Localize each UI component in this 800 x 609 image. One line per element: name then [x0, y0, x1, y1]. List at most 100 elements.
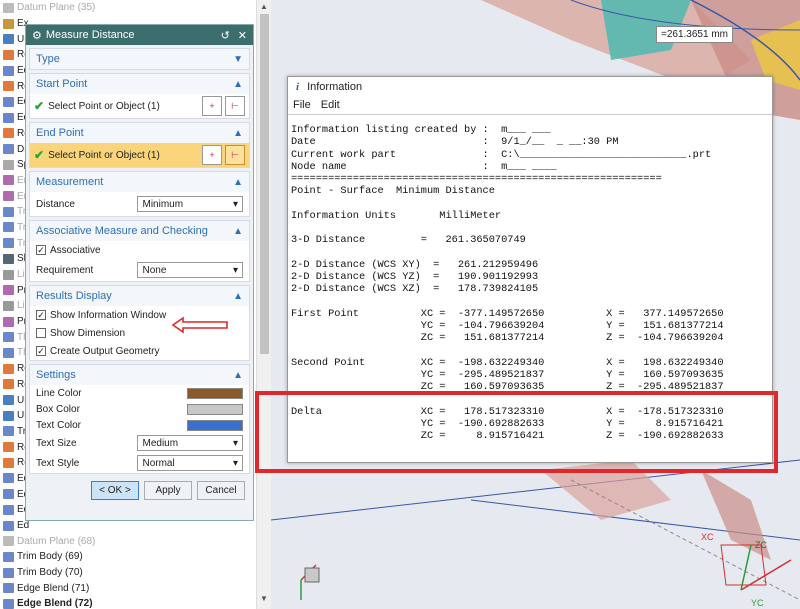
requirement-label: Requirement [36, 264, 94, 276]
tree-item[interactable]: Trim Body (69) [0, 549, 256, 565]
feature-icon [3, 426, 14, 437]
chevron-up-icon[interactable]: ▲ [233, 79, 243, 90]
box-color-row: Box Color [30, 401, 249, 417]
chevron-down-icon: ▾ [232, 457, 238, 469]
feature-icon [3, 520, 14, 531]
dialog-titlebar[interactable]: ⚙ Measure Distance ↺ ✕ [26, 25, 253, 45]
menu-file[interactable]: File [293, 99, 311, 111]
feature-icon [3, 567, 14, 578]
point-method-icon[interactable]: ⊢ [225, 96, 245, 116]
cancel-button[interactable]: Cancel [197, 481, 245, 500]
associative-header[interactable]: Associative Measure and Checking ▲ [30, 221, 249, 241]
box-color-swatch[interactable] [187, 403, 243, 415]
ok-button[interactable]: < OK > [91, 481, 139, 500]
delta-highlight-box [255, 391, 778, 473]
feature-icon [3, 504, 14, 515]
feature-icon [3, 300, 14, 311]
show-dimension-checkbox[interactable] [36, 328, 46, 338]
tree-item[interactable]: Datum Plane (35) [0, 0, 256, 16]
feature-icon [3, 175, 14, 186]
chevron-down-icon[interactable]: ▼ [233, 54, 243, 65]
feature-icon [3, 583, 14, 594]
chevron-up-icon[interactable]: ▲ [233, 226, 243, 237]
settings-header[interactable]: Settings ▲ [30, 365, 249, 385]
show-dimension-label: Show Dimension [50, 327, 126, 339]
feature-icon [3, 191, 14, 202]
axis-label-zc: ZC [755, 540, 767, 550]
show-info-checkbox[interactable]: ✓ [36, 310, 46, 320]
feature-icon [3, 128, 14, 139]
dialog-button-bar: < OK > Apply Cancel [26, 474, 253, 500]
tree-item-label: Edge Blend (71) [17, 582, 90, 594]
settings-label: Settings [36, 369, 76, 381]
feature-icon [3, 96, 14, 107]
create-geometry-row[interactable]: ✓ Create Output Geometry [30, 342, 249, 360]
text-size-value: Medium [142, 437, 179, 449]
scrollbar-thumb[interactable] [260, 14, 269, 354]
distance-row: Distance Minimum ▾ [30, 192, 249, 216]
start-select-row[interactable]: ✔ Select Point or Object (1) + ⊢ [30, 94, 249, 118]
text-color-swatch[interactable] [187, 419, 243, 431]
end-point-label: End Point [36, 127, 84, 139]
start-point-section: Start Point ▲ ✔ Select Point or Object (… [29, 73, 250, 119]
menu-edit[interactable]: Edit [321, 99, 340, 111]
feature-icon [3, 363, 14, 374]
results-display-header[interactable]: Results Display ▲ [30, 286, 249, 306]
chevron-down-icon: ▾ [232, 198, 238, 210]
distance-badge: =261.3651 mm [656, 26, 733, 43]
text-color-label: Text Color [36, 419, 82, 431]
box-color-label: Box Color [36, 403, 80, 415]
feature-icon [3, 551, 14, 562]
info-titlebar[interactable]: i Information [288, 77, 772, 96]
feature-icon [3, 81, 14, 92]
associative-row[interactable]: ✓ Associative [30, 241, 249, 259]
chevron-up-icon[interactable]: ▲ [233, 128, 243, 139]
navigator-scrollbar[interactable]: ▲ ▼ [256, 0, 271, 609]
feature-icon [3, 159, 14, 170]
measurement-header[interactable]: Measurement ▲ [30, 172, 249, 192]
type-header[interactable]: Type ▼ [30, 49, 249, 69]
feature-icon [3, 598, 14, 609]
associative-checkbox[interactable]: ✓ [36, 245, 46, 255]
point-method-icon[interactable]: ⊢ [225, 145, 245, 165]
line-color-swatch[interactable] [187, 387, 243, 399]
scroll-down-icon[interactable]: ▼ [260, 594, 268, 603]
create-geometry-checkbox[interactable]: ✓ [36, 346, 46, 356]
point-dialog-icon[interactable]: + [202, 96, 222, 116]
measure-distance-dialog: ⚙ Measure Distance ↺ ✕ Type ▼ Start Poin… [25, 24, 254, 521]
feature-icon [3, 112, 14, 123]
feature-icon [3, 65, 14, 76]
associative-section-label: Associative Measure and Checking [36, 225, 208, 237]
tree-item-label: Edge Blend (72) [17, 598, 93, 609]
distance-select[interactable]: Minimum ▾ [137, 196, 243, 212]
apply-button[interactable]: Apply [144, 481, 192, 500]
requirement-select[interactable]: None ▾ [137, 262, 243, 278]
tree-item[interactable]: Trim Body (70) [0, 565, 256, 581]
tree-item[interactable]: Edge Blend (71) [0, 580, 256, 596]
distance-value: Minimum [142, 198, 184, 210]
reset-icon[interactable]: ↺ [221, 29, 230, 42]
axis-label-xc: XC [701, 532, 714, 542]
chevron-up-icon[interactable]: ▲ [233, 177, 243, 188]
chevron-up-icon[interactable]: ▲ [233, 370, 243, 381]
text-style-select[interactable]: Normal ▾ [137, 455, 243, 471]
feature-icon [3, 144, 14, 155]
text-size-select[interactable]: Medium ▾ [137, 435, 243, 451]
feature-icon [3, 269, 14, 280]
tree-item[interactable]: Edge Blend (72) [0, 596, 256, 609]
end-point-header[interactable]: End Point ▲ [30, 123, 249, 143]
point-dialog-icon[interactable]: + [202, 145, 222, 165]
close-icon[interactable]: ✕ [238, 29, 247, 42]
chevron-up-icon[interactable]: ▲ [233, 291, 243, 302]
info-menubar: File Edit [288, 96, 772, 115]
feature-icon [3, 332, 14, 343]
end-select-row[interactable]: ✔ Select Point or Object (1) + ⊢ [30, 143, 249, 167]
tree-item[interactable]: Datum Plane (68) [0, 533, 256, 549]
feature-icon [3, 379, 14, 390]
tree-item-label: Datum Plane (68) [17, 535, 96, 547]
text-color-row: Text Color [30, 417, 249, 433]
scroll-up-icon[interactable]: ▲ [260, 2, 268, 11]
start-point-header[interactable]: Start Point ▲ [30, 74, 249, 94]
measurement-label: Measurement [36, 176, 104, 188]
chevron-down-icon: ▾ [232, 264, 238, 276]
